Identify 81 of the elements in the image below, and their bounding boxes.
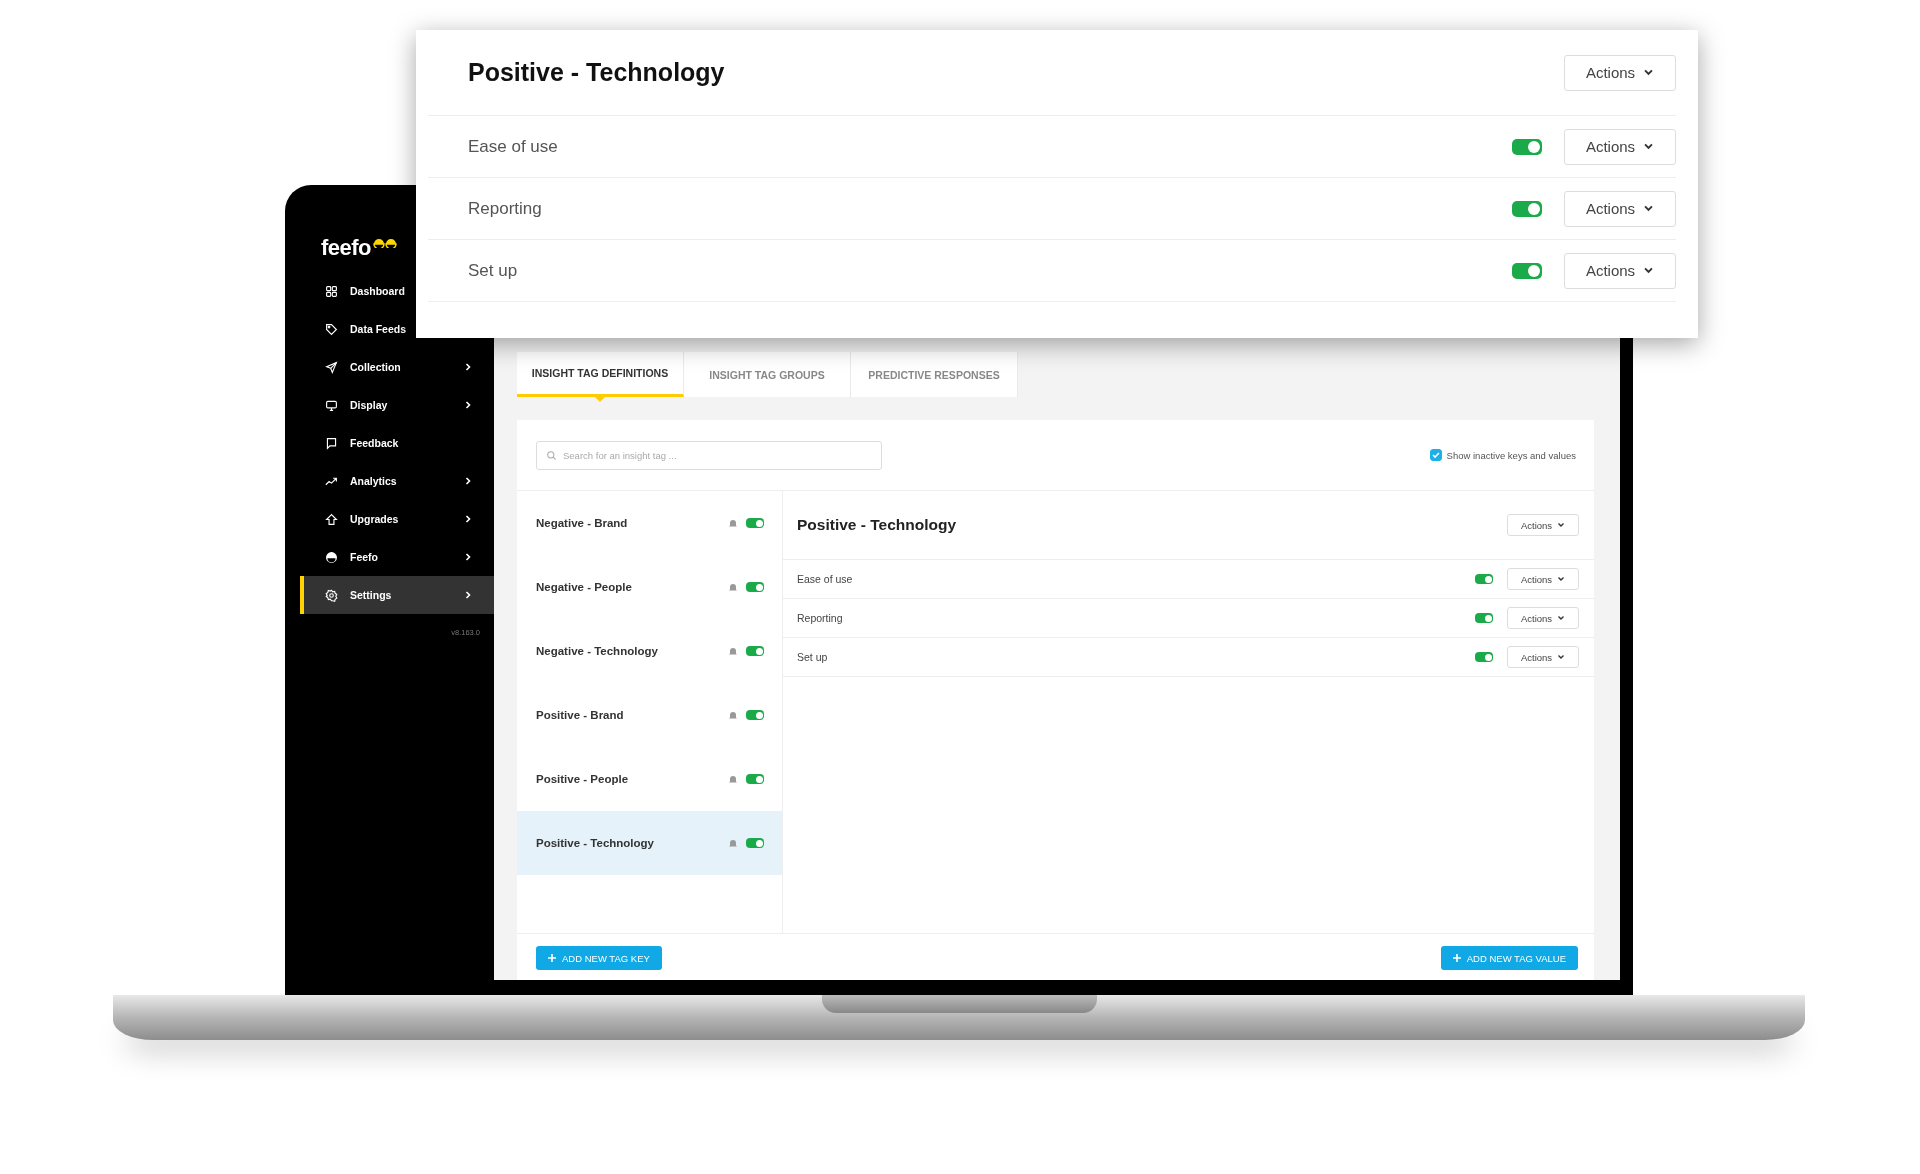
tag-value-name: Ease of use — [797, 573, 854, 585]
toggle-switch[interactable] — [1475, 652, 1493, 662]
bell-icon[interactable] — [728, 838, 738, 848]
tag-value-name: Set up — [797, 651, 829, 663]
tag-key-name: Negative - Technology — [536, 645, 659, 657]
sidebar-item[interactable]: Feefo — [300, 538, 494, 576]
actions-dropdown[interactable]: Actions — [1564, 128, 1676, 165]
tag-key-name: Positive - People — [536, 773, 630, 785]
plus-icon — [548, 954, 556, 962]
toggle-switch[interactable] — [746, 710, 764, 720]
tag-value-name: Set up — [468, 260, 519, 281]
tag-icon — [325, 322, 338, 336]
actions-dropdown[interactable]: Actions — [1564, 190, 1676, 227]
caret-icon — [1557, 521, 1566, 529]
checkbox[interactable] — [1429, 449, 1442, 461]
toggle-switch[interactable] — [1512, 262, 1542, 279]
bell-icon[interactable] — [728, 646, 738, 656]
caret-icon — [1557, 653, 1566, 661]
up-arrow-icon — [325, 512, 338, 526]
plus-icon — [1452, 954, 1461, 962]
tag-value-name: Reporting — [797, 612, 844, 624]
grid-icon — [325, 284, 338, 298]
tag-key-name: Negative - People — [536, 581, 633, 593]
bell-icon[interactable] — [728, 774, 738, 784]
tag-key-name: Positive - Brand — [536, 709, 625, 721]
speech-bubble-icon — [325, 436, 338, 450]
sidebar-item[interactable]: Dashboard — [300, 272, 409, 310]
toggle-switch[interactable] — [746, 582, 764, 592]
logo-text: feefo — [321, 236, 372, 260]
sidebar-item[interactable]: Analytics — [300, 462, 494, 500]
sidebar-item[interactable]: Collection — [300, 348, 494, 386]
tag-key-row[interactable]: Positive - People — [517, 747, 782, 811]
bell-icon[interactable] — [728, 582, 738, 592]
actions-dropdown[interactable]: Actions — [1564, 252, 1676, 289]
toggle-switch[interactable] — [746, 518, 764, 528]
toggle-switch[interactable] — [746, 774, 764, 784]
search-field[interactable]: Search for an insight tag ... — [536, 440, 882, 470]
caret-icon — [1643, 141, 1655, 152]
card-title: Positive - Technology — [468, 58, 725, 87]
toggle-switch[interactable] — [1475, 574, 1493, 584]
checkbox-label: Show inactive keys and values — [1446, 449, 1576, 461]
tag-key-row[interactable]: Negative - People — [517, 555, 782, 619]
actions-dropdown[interactable]: Actions — [1507, 514, 1579, 536]
bell-icon[interactable] — [728, 710, 738, 720]
tab[interactable]: PREDICTIVE RESPONSES — [851, 352, 1018, 397]
actions-dropdown[interactable]: Actions — [1507, 568, 1579, 590]
caret-icon — [1557, 575, 1566, 583]
settings-icon — [325, 588, 338, 602]
toggle-switch[interactable] — [746, 646, 764, 656]
toggle-switch[interactable] — [746, 838, 764, 848]
paper-plane-icon — [325, 360, 338, 374]
tag-key-name: Positive - Technology — [536, 837, 655, 849]
tag-value-name: Reporting — [468, 198, 543, 219]
toggle-switch[interactable] — [1512, 138, 1542, 155]
tag-value-name: Ease of use — [468, 136, 559, 157]
sidebar-item[interactable]: Display — [300, 386, 494, 424]
tag-key-name: Negative - Brand — [536, 517, 629, 529]
toggle-switch[interactable] — [1512, 200, 1542, 217]
half-circle-icon — [325, 550, 338, 564]
tag-key-row[interactable]: Negative - Technology — [517, 619, 782, 683]
tab-pointer-icon — [595, 397, 605, 402]
actions-dropdown[interactable]: Actions — [1564, 54, 1676, 91]
toggle-switch[interactable] — [1475, 613, 1493, 623]
monitor-icon — [325, 398, 338, 412]
tab[interactable]: INSIGHT TAG GROUPS — [684, 352, 851, 397]
sidebar-item[interactable]: Settings — [300, 576, 494, 614]
bell-icon[interactable] — [728, 518, 738, 528]
logo-eyes-icon — [373, 238, 398, 248]
sidebar-item[interactable]: Upgrades — [300, 500, 494, 538]
sidebar-item[interactable]: Data Feeds — [300, 310, 411, 348]
caret-icon — [1643, 265, 1655, 276]
caret-icon — [1643, 203, 1655, 214]
actions-dropdown[interactable]: Actions — [1507, 607, 1579, 629]
tag-key-row[interactable]: Positive - Brand — [517, 683, 782, 747]
detail-title: Positive - Technology — [797, 516, 957, 534]
tag-key-row[interactable]: Negative - Brand — [517, 491, 782, 555]
caret-icon — [1643, 67, 1655, 78]
tag-key-row[interactable]: Positive - Technology — [517, 811, 782, 875]
sidebar-item[interactable]: Feedback — [300, 424, 403, 462]
actions-dropdown[interactable]: Actions — [1507, 646, 1579, 668]
caret-icon — [1557, 614, 1566, 622]
